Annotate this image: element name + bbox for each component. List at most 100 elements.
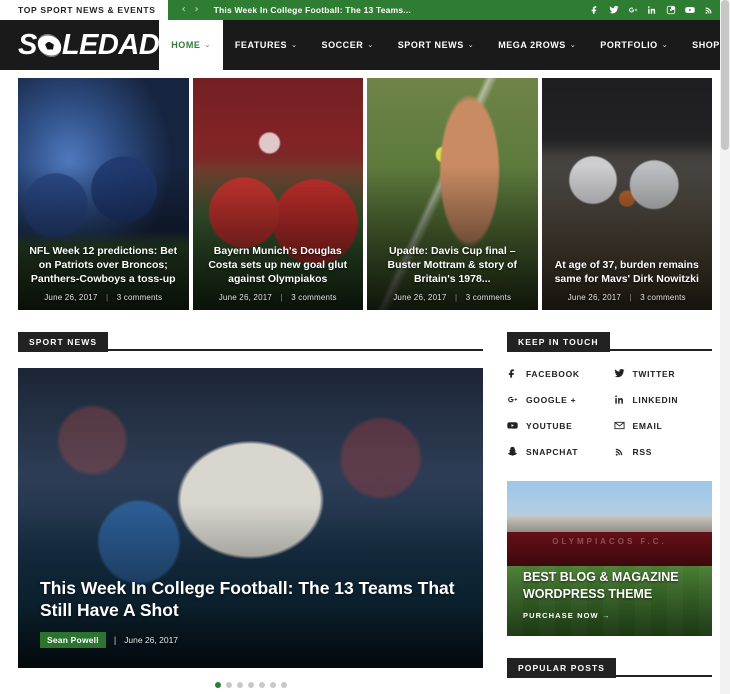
slider-item[interactable]: Upadte: Davis Cup final – Buster Mottram… bbox=[367, 78, 538, 310]
pagination-dot[interactable] bbox=[269, 682, 276, 688]
nav-label: HOME bbox=[171, 40, 201, 50]
top-bar-social-links bbox=[590, 0, 730, 20]
featured-byline: Sean Powell | June 26, 2017 bbox=[40, 632, 461, 648]
nav-label: SOCCER bbox=[321, 40, 364, 50]
twitter-icon[interactable] bbox=[609, 5, 619, 15]
slide-caption: At age of 37, burden remains same for Ma… bbox=[542, 259, 713, 310]
slide-caption: NFL Week 12 predictions: Bet on Patriots… bbox=[18, 245, 189, 310]
pagination-dot[interactable] bbox=[214, 682, 221, 688]
linkedin-icon[interactable] bbox=[647, 5, 657, 15]
slider-pagination bbox=[18, 682, 483, 688]
sidebar: KEEP IN TOUCH FACEBOOK TWITTER GOOGLE + … bbox=[507, 332, 712, 694]
nav-item-portfolio[interactable]: PORTFOLIO ⌄ bbox=[588, 20, 680, 70]
pagination-dot[interactable] bbox=[280, 682, 287, 688]
slider-item[interactable]: At age of 37, burden remains same for Ma… bbox=[541, 78, 713, 310]
social-label: TWITTER bbox=[632, 368, 676, 379]
social-label: LINKEDIN bbox=[632, 394, 679, 405]
email-icon bbox=[613, 421, 625, 430]
slide-title[interactable]: At age of 37, burden remains same for Ma… bbox=[552, 259, 703, 287]
content-wrapper: SPORT NEWS This Week In College Football… bbox=[0, 310, 730, 694]
slide-meta: June 26, 2017 | 3 comments bbox=[377, 293, 528, 302]
ticker-next-icon[interactable]: › bbox=[195, 5, 199, 15]
promo-cta-button[interactable]: PURCHASE NOW → bbox=[523, 611, 698, 620]
slider-item[interactable]: NFL Week 12 predictions: Bet on Patriots… bbox=[18, 78, 189, 310]
pagination-dot[interactable] bbox=[236, 682, 243, 688]
social-link-facebook[interactable]: FACEBOOK bbox=[507, 368, 606, 379]
youtube-icon[interactable] bbox=[685, 5, 695, 15]
slide-comments[interactable]: 3 comments bbox=[640, 293, 686, 302]
youtube-icon bbox=[507, 422, 518, 429]
slide-date: June 26, 2017 bbox=[393, 293, 447, 302]
social-link-rss[interactable]: RSS bbox=[614, 446, 713, 457]
social-label: GOOGLE + bbox=[526, 394, 577, 405]
pagination-dot[interactable] bbox=[258, 682, 265, 688]
slide-title[interactable]: NFL Week 12 predictions: Bet on Patriots… bbox=[28, 245, 179, 287]
promo-text: BEST BLOG & MAGAZINE WORDPRESS THEME PUR… bbox=[523, 569, 698, 620]
chevron-down-icon: ⌄ bbox=[467, 41, 475, 49]
nav-item-sport-news[interactable]: SPORT NEWS ⌄ bbox=[386, 20, 486, 70]
nav-item-features[interactable]: FEATURES ⌄ bbox=[223, 20, 310, 70]
social-label: YOUTUBE bbox=[526, 420, 573, 431]
nav-label: SPORT NEWS bbox=[397, 40, 464, 50]
instagram-icon[interactable] bbox=[666, 5, 676, 15]
social-label: FACEBOOK bbox=[526, 368, 580, 379]
rss-icon[interactable] bbox=[704, 5, 714, 15]
google-plus-icon bbox=[508, 396, 518, 403]
social-label: SNAPCHAT bbox=[526, 446, 579, 457]
featured-article-title[interactable]: This Week In College Football: The 13 Te… bbox=[40, 577, 461, 623]
soccer-ball-icon bbox=[35, 33, 64, 57]
social-link-snapchat[interactable]: SNAPCHAT bbox=[507, 446, 606, 457]
slide-title[interactable]: Bayern Munich's Douglas Costa sets up ne… bbox=[203, 245, 354, 287]
rss-icon bbox=[615, 448, 622, 456]
chevron-down-icon: ⌄ bbox=[661, 41, 669, 49]
scrollbar-thumb[interactable] bbox=[721, 0, 729, 150]
sport-news-section-header: SPORT NEWS bbox=[18, 332, 483, 352]
social-link-linkedin[interactable]: LINKEDIN bbox=[614, 394, 713, 405]
site-header: S LEDAD HOME ⌄ FEATURES ⌄ SOCCER ⌄ SPORT … bbox=[0, 20, 730, 70]
featured-article[interactable]: This Week In College Football: The 13 Te… bbox=[18, 368, 483, 668]
meta-separator: | bbox=[629, 293, 632, 302]
site-logo[interactable]: S LEDAD bbox=[0, 20, 160, 70]
logo-text-before: S bbox=[18, 28, 37, 61]
social-label: EMAIL bbox=[632, 420, 663, 431]
linkedin-icon bbox=[614, 395, 623, 404]
chevron-down-icon: ⌄ bbox=[204, 41, 211, 49]
main-column: SPORT NEWS This Week In College Football… bbox=[18, 332, 483, 694]
chevron-down-icon: ⌄ bbox=[291, 41, 298, 49]
popular-posts-header: POPULAR POSTS bbox=[507, 658, 712, 678]
promo-banner[interactable]: OLYMPIACOS F.C. BEST BLOG & MAGAZINE WOR… bbox=[507, 481, 712, 636]
social-link-youtube[interactable]: YOUTUBE bbox=[507, 420, 606, 431]
twitter-icon bbox=[613, 369, 625, 378]
facebook-icon bbox=[508, 369, 514, 378]
article-author[interactable]: Sean Powell bbox=[40, 632, 106, 648]
top-bar-label: TOP SPORT NEWS & EVENTS bbox=[0, 0, 168, 20]
pagination-dot[interactable] bbox=[247, 682, 254, 688]
ticker-headline[interactable]: This Week In College Football: The 13 Te… bbox=[214, 5, 411, 15]
article-date: June 26, 2017 bbox=[124, 635, 179, 645]
sidebar-section-title: POPULAR POSTS bbox=[507, 658, 617, 678]
social-link-twitter[interactable]: TWITTER bbox=[613, 368, 713, 379]
slider-item[interactable]: Bayern Munich's Douglas Costa sets up ne… bbox=[192, 78, 363, 310]
social-link-google-plus[interactable]: GOOGLE + bbox=[507, 394, 606, 405]
nav-label: PORTFOLIO bbox=[600, 40, 658, 50]
facebook-icon[interactable] bbox=[590, 5, 600, 15]
nav-item-soccer[interactable]: SOCCER ⌄ bbox=[310, 20, 386, 70]
slide-comments[interactable]: 3 comments bbox=[291, 293, 337, 302]
nav-item-home[interactable]: HOME ⌄ bbox=[159, 20, 223, 70]
meta-separator: | bbox=[454, 293, 458, 302]
nav-label: SHOP bbox=[692, 40, 720, 50]
slide-comments[interactable]: 3 comments bbox=[117, 293, 163, 302]
social-link-email[interactable]: EMAIL bbox=[613, 420, 713, 431]
slide-comments[interactable]: 3 comments bbox=[466, 293, 512, 302]
nav-label: MEGA 2ROWS bbox=[498, 40, 566, 50]
page-scrollbar[interactable] bbox=[720, 0, 730, 694]
google-plus-icon[interactable] bbox=[628, 5, 638, 15]
byline-separator: | bbox=[113, 635, 117, 645]
slide-title[interactable]: Upadte: Davis Cup final – Buster Mottram… bbox=[377, 245, 528, 287]
news-ticker: ‹ › This Week In College Football: The 1… bbox=[168, 0, 411, 20]
ticker-prev-icon[interactable]: ‹ bbox=[182, 5, 186, 15]
social-label: RSS bbox=[632, 446, 653, 457]
slide-date: June 26, 2017 bbox=[44, 293, 98, 302]
nav-item-mega-2rows[interactable]: MEGA 2ROWS ⌄ bbox=[486, 20, 588, 70]
pagination-dot[interactable] bbox=[225, 682, 232, 688]
